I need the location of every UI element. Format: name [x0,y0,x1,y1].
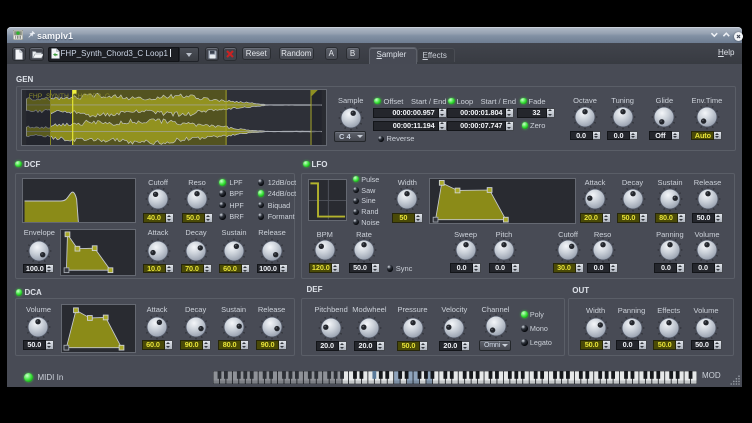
svg-text:FHP_SYNTH_CHORD3_C: FHP_SYNTH_CHORD3_C [29,93,110,100]
